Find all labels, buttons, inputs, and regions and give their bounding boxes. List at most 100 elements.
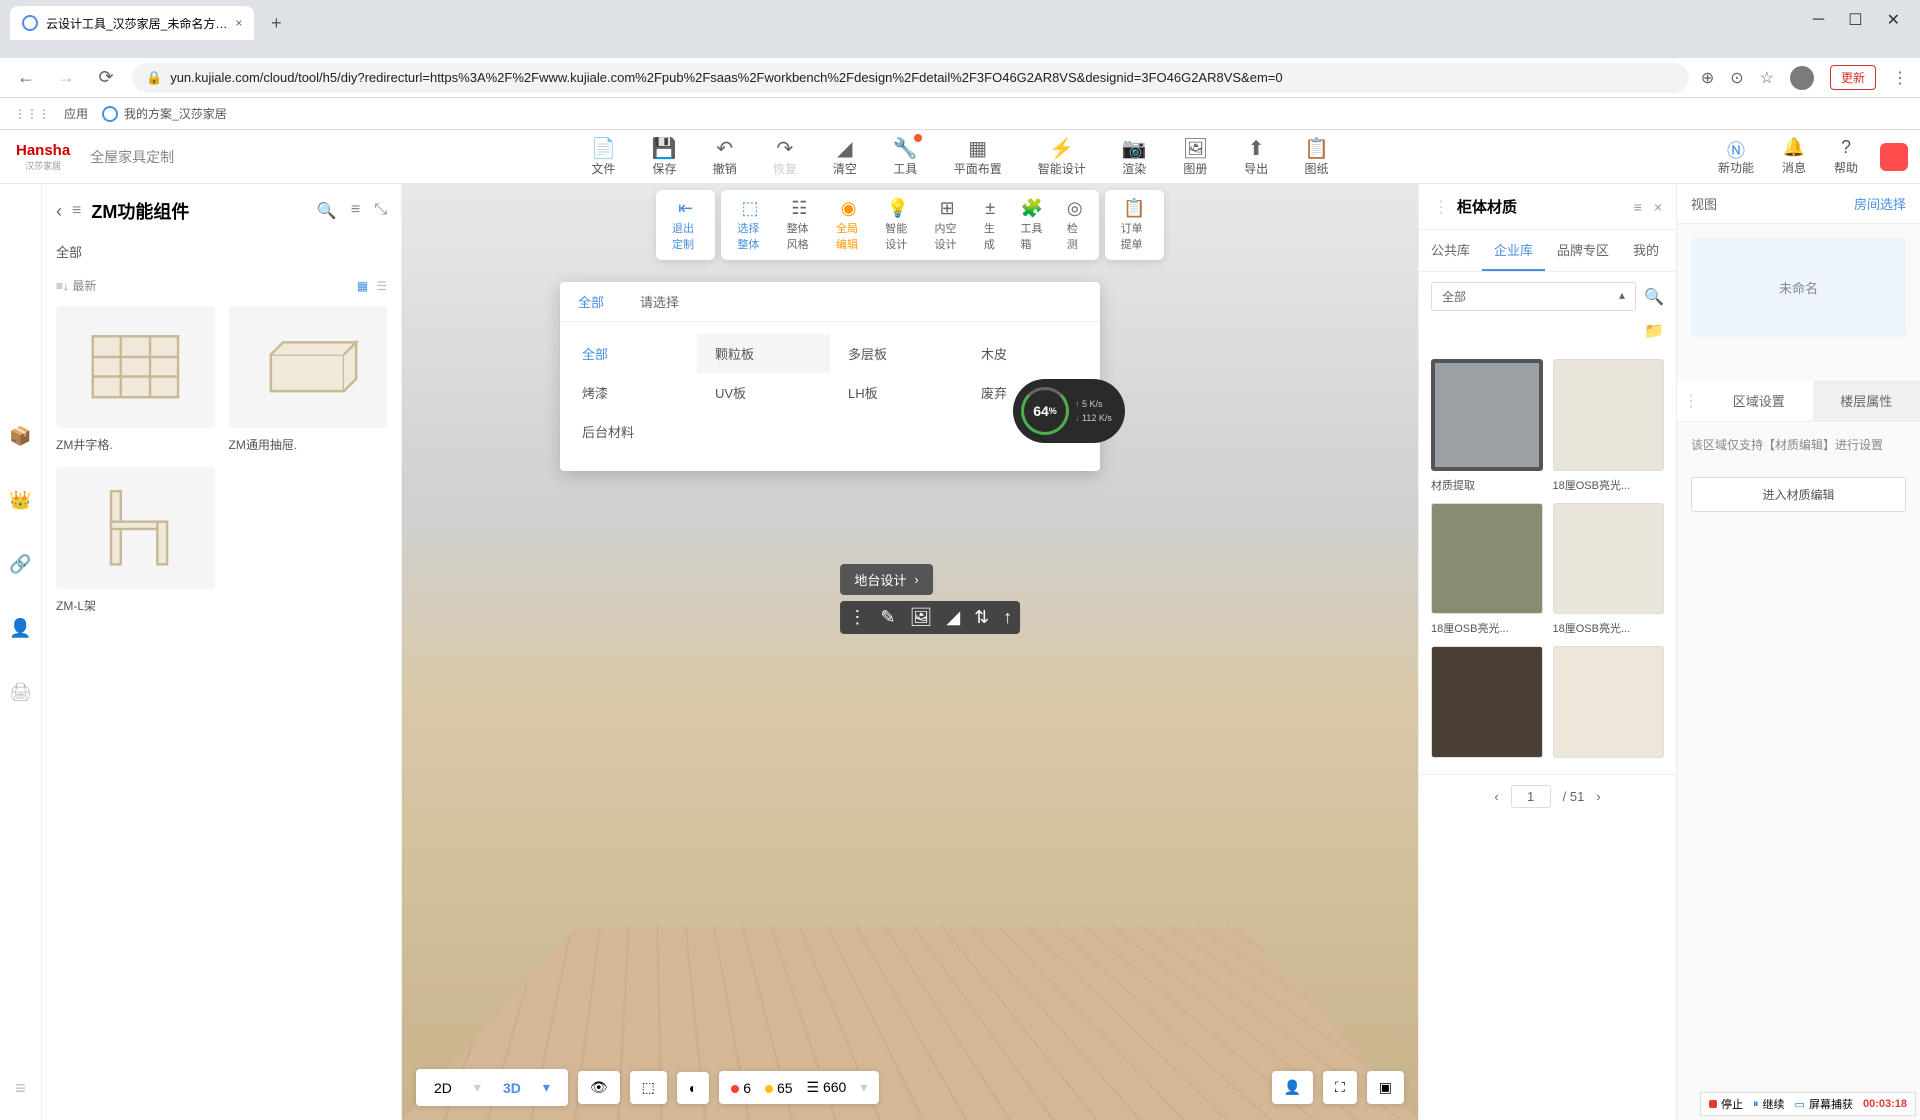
dd-tab-all[interactable]: 全部 <box>560 282 622 321</box>
rp-tab-pub[interactable]: 公共库 <box>1419 230 1482 271</box>
folder-icon[interactable]: 📁 <box>1644 323 1664 340</box>
maximize-icon[interactable]: ☐ <box>1848 10 1862 30</box>
ctx-erase-icon[interactable]: ◢ <box>946 607 960 628</box>
dd-item[interactable]: UV板 <box>697 373 830 412</box>
material-item[interactable] <box>1553 646 1665 764</box>
close-panel-icon[interactable]: × <box>1654 199 1662 215</box>
vp-eye[interactable]: 👁 <box>578 1071 620 1104</box>
sub-toolbox[interactable]: 🧩工具箱 <box>1009 194 1055 256</box>
list-icon[interactable]: ≡ <box>351 201 360 221</box>
sub-exit[interactable]: ⇤退出定制 <box>660 194 711 256</box>
material-item[interactable] <box>1431 646 1543 764</box>
dd-item[interactable]: 后台材料 <box>564 412 697 451</box>
vp-cube[interactable]: ⬚ <box>630 1071 667 1104</box>
grid-view-icon[interactable]: ▦ <box>357 279 368 293</box>
search-icon[interactable]: 🔍 <box>1644 287 1664 307</box>
dd-item[interactable]: 全部 <box>564 334 697 373</box>
list-view-icon[interactable]: ☰ <box>376 279 387 293</box>
context-label[interactable]: 地台设计› <box>840 564 932 595</box>
ctx-up-icon[interactable]: ↑ <box>1003 607 1012 628</box>
new-tab-button[interactable]: + <box>262 9 290 37</box>
tool-file[interactable]: 📄文件 <box>573 132 634 181</box>
vp-expand[interactable]: ⛶ <box>1323 1071 1357 1104</box>
sub-content[interactable]: ⊞内空设计 <box>923 194 972 256</box>
chevron-left-icon[interactable]: ‹ <box>56 201 62 222</box>
performance-monitor[interactable]: 64% ↑ 5 K/s ↓ 112 K/s <box>1013 379 1125 443</box>
rail-box-icon[interactable]: 📦 <box>9 424 33 448</box>
rail-crown-icon[interactable]: 👑 <box>9 488 33 512</box>
apps-icon[interactable]: ⋮⋮⋮ <box>14 107 50 121</box>
dd-item[interactable]: 多层板 <box>830 334 963 373</box>
tool-render[interactable]: 📷渲染 <box>1104 132 1165 181</box>
fr-tab-floor[interactable]: 楼层属性 <box>1813 381 1920 421</box>
menu-lines-icon[interactable]: ≡ <box>72 202 81 220</box>
dd-item[interactable]: LH板 <box>830 373 963 412</box>
sort-label[interactable]: ≡↓ 最新 <box>56 277 96 294</box>
rp-tab-my[interactable]: 我的 <box>1621 230 1671 271</box>
tool-save[interactable]: 💾保存 <box>634 132 695 181</box>
close-window-icon[interactable]: ✕ <box>1887 10 1900 30</box>
search-icon[interactable]: 🔍 <box>317 201 337 221</box>
sub-global[interactable]: ◉全局编辑 <box>824 194 873 256</box>
collapse-icon[interactable]: ⤡ <box>374 201 387 221</box>
component-item[interactable]: ZM-L架 <box>56 467 215 614</box>
ctx-handle-icon[interactable]: ⋮ <box>848 607 866 628</box>
sub-select[interactable]: ⬚选择整体 <box>725 194 774 256</box>
tool-drawing[interactable]: 📋图纸 <box>1286 132 1347 181</box>
ctx-image-icon[interactable]: 🖼 <box>909 607 932 628</box>
enter-material-edit-button[interactable]: 进入材质编辑 <box>1691 477 1906 512</box>
sub-order[interactable]: 📋订单提单 <box>1109 194 1160 256</box>
page-input[interactable]: 1 <box>1511 785 1551 808</box>
minimize-icon[interactable]: ─ <box>1813 11 1824 29</box>
tool-export[interactable]: ⬆导出 <box>1226 132 1286 181</box>
rp-category-select[interactable]: 全部▴ <box>1431 282 1636 311</box>
tool-tools[interactable]: 🔧工具 <box>875 132 936 181</box>
url-input[interactable]: 🔒 yun.kujiale.com/cloud/tool/h5/diy?redi… <box>132 63 1689 93</box>
pager-next-icon[interactable]: › <box>1596 789 1600 804</box>
hr-help[interactable]: ?帮助 <box>1820 133 1872 180</box>
forward-icon[interactable]: → <box>52 67 80 88</box>
rec-capture[interactable]: ▭屏幕捕获 <box>1795 1096 1853 1112</box>
fr-view[interactable]: 视图 <box>1691 194 1717 213</box>
material-item[interactable]: 18厘OSB亮光... <box>1553 359 1665 493</box>
vp-person[interactable]: 👤 <box>1272 1071 1313 1104</box>
back-icon[interactable]: ← <box>12 67 40 88</box>
ctx-pen-icon[interactable]: ✎ <box>880 607 895 628</box>
ctx-split-icon[interactable]: ⇅ <box>974 607 989 628</box>
sub-check[interactable]: ◎检测 <box>1055 194 1095 256</box>
dd-item[interactable]: 颗粒板 <box>697 334 830 373</box>
material-item[interactable]: 18厘OSB亮光... <box>1431 503 1543 637</box>
drag-icon[interactable]: ⋮ <box>1677 381 1705 421</box>
star-icon[interactable]: ☆ <box>1760 68 1774 88</box>
browser-tab[interactable]: 云设计工具_汉莎家居_未命名方… × <box>10 6 254 40</box>
material-item[interactable]: 18厘OSB亮光... <box>1553 503 1665 637</box>
close-icon[interactable]: × <box>235 16 242 30</box>
update-button[interactable]: 更新 <box>1830 65 1876 90</box>
hr-new[interactable]: Ⓝ新功能 <box>1704 133 1768 180</box>
rail-printer-icon[interactable]: 🖨 <box>9 680 33 704</box>
view-2d[interactable]: 2D <box>428 1078 458 1098</box>
profile-icon[interactable] <box>1790 66 1814 90</box>
fr-tab-region[interactable]: 区域设置 <box>1705 381 1813 421</box>
avatar[interactable] <box>1880 143 1908 171</box>
tool-undo[interactable]: ↶撤销 <box>695 132 755 181</box>
rec-continue[interactable]: ⏸继续 <box>1753 1096 1785 1112</box>
rp-tab-brand[interactable]: 品牌专区 <box>1545 230 1621 271</box>
view-3d[interactable]: 3D <box>497 1078 527 1098</box>
logo[interactable]: Hansha 汉莎家居 <box>0 142 86 172</box>
apps-label[interactable]: 应用 <box>64 105 88 122</box>
translate-icon[interactable]: ⊕ <box>1701 68 1714 88</box>
component-item[interactable]: ZM通用抽屉. <box>229 306 388 453</box>
sub-whole[interactable]: ☷整体风格 <box>775 194 824 256</box>
viewport-3d[interactable]: ⇤退出定制 ⬚选择整体 ☷整体风格 ◉全局编辑 💡智能设计 ⊞内空设计 ±生成 … <box>402 184 1418 1120</box>
bookmark-item[interactable]: 我的方案_汉莎家居 <box>102 105 227 122</box>
vp-circle[interactable]: ◐ <box>677 1072 709 1104</box>
fr-room-select[interactable]: 房间选择 <box>1854 194 1906 213</box>
tool-layout[interactable]: ▦平面布置 <box>936 132 1020 181</box>
material-item[interactable]: 材质提取 <box>1431 359 1543 493</box>
rail-link-icon[interactable]: 🔗 <box>9 552 33 576</box>
rec-stop[interactable]: 停止 <box>1709 1096 1743 1112</box>
settings-icon[interactable]: ≡ <box>1634 199 1642 215</box>
tool-clear[interactable]: ◢清空 <box>815 132 875 181</box>
reload-icon[interactable]: ⟳ <box>92 67 120 88</box>
